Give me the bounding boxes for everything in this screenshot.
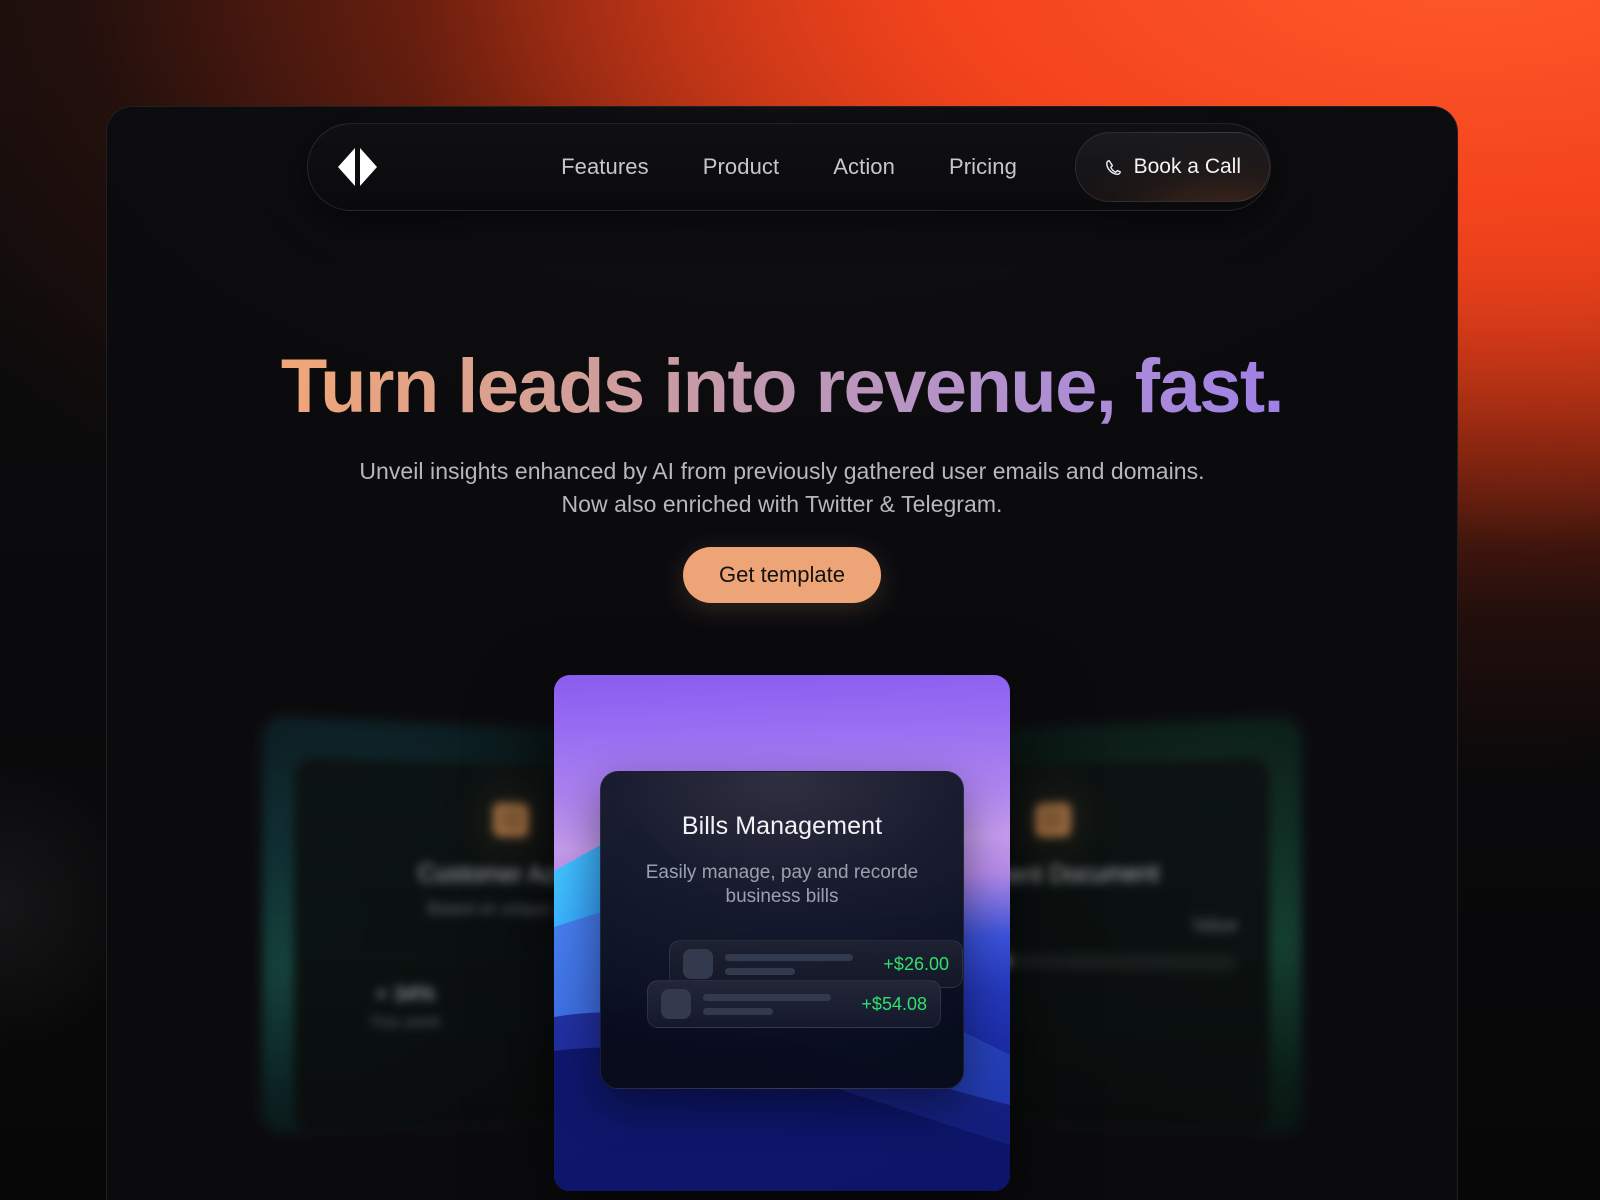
nav-links: Features Product Action Pricing bbox=[561, 154, 1017, 180]
get-template-button[interactable]: Get template bbox=[683, 547, 881, 603]
app-frame: Features Product Action Pricing Book a C… bbox=[106, 106, 1458, 1200]
transaction-row[interactable]: +$54.08 bbox=[647, 980, 941, 1028]
get-template-label: Get template bbox=[719, 562, 845, 587]
bills-management-panel: Bills Management Easily manage, pay and … bbox=[600, 771, 964, 1089]
transaction-amount: +$26.00 bbox=[883, 953, 949, 974]
book-a-call-label: Book a Call bbox=[1133, 155, 1241, 178]
payment-badge-icon bbox=[1035, 802, 1072, 838]
left-card-stat-week-value: + 34% bbox=[375, 982, 435, 1007]
hero-subtitle-line-1: Unveil insights enhanced by AI from prev… bbox=[359, 458, 1205, 484]
transaction-placeholder-lines bbox=[703, 993, 849, 1015]
phone-icon bbox=[1105, 159, 1121, 175]
navbar: Features Product Action Pricing Book a C… bbox=[307, 123, 1271, 211]
hero-subtitle-line-2: Now also enriched with Twitter & Telegra… bbox=[561, 490, 1003, 517]
logo-right-triangle bbox=[359, 148, 377, 186]
transaction-avatar bbox=[683, 949, 713, 979]
hero-subtitle: Unveil insights enhanced by AI from prev… bbox=[107, 455, 1457, 520]
nav-link-features[interactable]: Features bbox=[561, 154, 649, 180]
logo-left-triangle bbox=[337, 148, 355, 186]
showcase-card-center[interactable]: Bills Management Easily manage, pay and … bbox=[554, 675, 1010, 1191]
bills-badge-icon bbox=[492, 802, 529, 838]
nav-link-product[interactable]: Product bbox=[703, 154, 780, 180]
center-card-title: Bills Management bbox=[681, 812, 883, 840]
page-title: Turn leads into revenue, fast. bbox=[107, 346, 1457, 428]
nav-link-action[interactable]: Action bbox=[833, 154, 895, 180]
double-triangle-logo-icon[interactable] bbox=[334, 148, 380, 186]
right-card-row-right: Value bbox=[1192, 914, 1238, 936]
book-a-call-button[interactable]: Book a Call bbox=[1074, 132, 1270, 202]
transaction-placeholder-lines bbox=[725, 953, 871, 975]
center-card-description: Easily manage, pay and recorde business … bbox=[645, 862, 919, 908]
showcase: Customer Activity Based on unique users … bbox=[107, 667, 1457, 1200]
transaction-amount: +$54.08 bbox=[861, 993, 927, 1014]
left-card-stat-week-label: This week bbox=[369, 1013, 441, 1033]
left-card-stat-week: + 34% This week bbox=[295, 981, 511, 1034]
nav-link-pricing[interactable]: Pricing bbox=[949, 154, 1017, 180]
transaction-avatar bbox=[661, 989, 691, 1019]
